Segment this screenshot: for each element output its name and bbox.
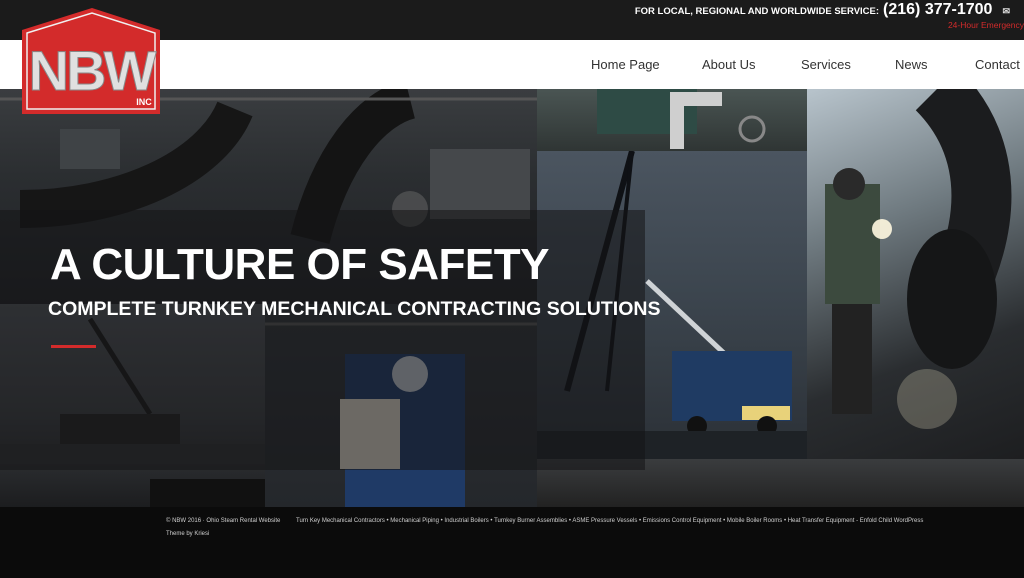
footer-links[interactable]: Turn Key Mechanical Contractors • Mechan… bbox=[296, 518, 923, 524]
nav-news[interactable]: News bbox=[895, 40, 928, 89]
nav-home[interactable]: Home Page bbox=[591, 40, 660, 89]
welder-shapes bbox=[825, 89, 1012, 429]
hero-subtitle: COMPLETE TURNKEY MECHANICAL CONTRACTING … bbox=[48, 298, 661, 320]
nav-services[interactable]: Services bbox=[801, 40, 851, 89]
footer-copyright: © NBW 2016 · Ohio Steam Rental Website bbox=[166, 518, 281, 524]
service-info: FOR LOCAL, REGIONAL AND WORLDWIDE SERVIC… bbox=[635, 1, 1010, 19]
phone-number[interactable]: (216) 377-1700 bbox=[883, 1, 992, 19]
nbw-logo[interactable]: NBW INC bbox=[22, 8, 160, 114]
accent-divider bbox=[51, 345, 96, 348]
hero-title: A CULTURE OF SAFETY bbox=[50, 240, 549, 289]
footer: © NBW 2016 · Ohio Steam Rental Website T… bbox=[0, 507, 1024, 578]
service-text: FOR LOCAL, REGIONAL AND WORLDWIDE SERVIC… bbox=[634, 6, 880, 17]
logo-subtext: INC bbox=[136, 97, 152, 107]
footer-theme-credit[interactable]: Theme by Kriesi bbox=[166, 531, 209, 537]
footer-line: © NBW 2016 · Ohio Steam Rental Website T… bbox=[166, 518, 923, 524]
nav-about[interactable]: About Us bbox=[702, 40, 755, 89]
emergency-text: 24-Hour Emergency bbox=[947, 20, 1024, 30]
logo-text: NBW bbox=[29, 39, 157, 102]
envelope-icon[interactable]: ✉ bbox=[1002, 6, 1010, 17]
nav-contact[interactable]: Contact U bbox=[975, 40, 1024, 89]
tank-pipes bbox=[597, 89, 766, 149]
